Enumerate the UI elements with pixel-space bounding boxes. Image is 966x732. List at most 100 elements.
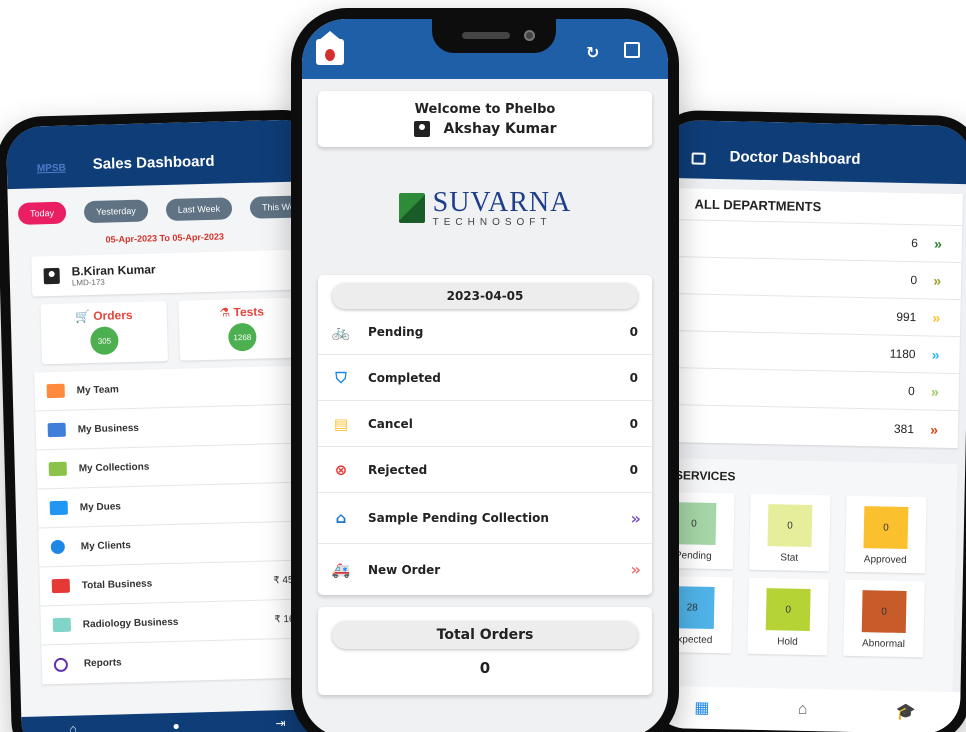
- date-chip[interactable]: 2023-04-05: [332, 283, 638, 309]
- profile-icon[interactable]: ●: [172, 719, 180, 732]
- department-row[interactable]: 0»: [656, 367, 960, 412]
- double-chevron-icon: »: [931, 346, 940, 363]
- doctor-header: Doctor Dashboard: [661, 119, 966, 185]
- services-grid: 0 Pending 0 Stat 0 Approved 28 Expected 0 Hol…: [651, 491, 956, 658]
- menu-label: Reports: [83, 657, 122, 670]
- sales-title: Sales Dashboard: [92, 152, 215, 173]
- tile-value: 0: [861, 590, 907, 634]
- department-row[interactable]: rmal381»: [656, 405, 959, 448]
- lab-home-icon[interactable]: [316, 31, 344, 65]
- dashboard-icon[interactable]: ▦: [694, 698, 710, 718]
- blood-drop-icon: [325, 49, 335, 61]
- service-tile-hold[interactable]: 0 Hold: [747, 577, 829, 656]
- phelbo-phone: ↻ Welcome to Phelbo Akshay Kumar SUVARNA…: [291, 8, 679, 732]
- service-tile-abnormal[interactable]: 0 Abnormal: [843, 579, 925, 658]
- status-row-cancel[interactable]: ▤ Cancel 0: [318, 401, 652, 447]
- phelbo-header: ↻: [302, 19, 668, 79]
- tile-value: 0: [863, 506, 909, 550]
- tests-count: 1268: [228, 322, 257, 352]
- menu-label: Radiology Business: [82, 616, 179, 630]
- home-icon[interactable]: ⌂: [69, 722, 77, 732]
- status-value: 0: [629, 324, 638, 339]
- service-tile-stat[interactable]: 0 Stat: [748, 493, 831, 572]
- menu-label: Total Business: [81, 578, 153, 591]
- orders-count: 305: [90, 326, 119, 356]
- phelbo-user-name: Akshay Kumar: [443, 120, 557, 137]
- sales-brand-link[interactable]: MPSB: [37, 162, 93, 175]
- person-icon: [50, 539, 65, 555]
- tile-label: Pending: [674, 550, 712, 562]
- shield-check-icon: ⛉: [335, 368, 347, 387]
- logout-icon[interactable]: ⇥: [275, 716, 285, 730]
- orders-card[interactable]: 🛒 Orders 305: [40, 301, 168, 365]
- home-icon[interactable]: ⌂: [798, 701, 808, 719]
- cart-icon: 🛒: [74, 309, 91, 324]
- department-row[interactable]: cted1180»: [657, 330, 960, 375]
- camera-icon: [524, 30, 535, 41]
- link-label: New Order: [368, 562, 441, 577]
- briefcase-icon: [51, 578, 71, 594]
- welcome-text: Welcome to Phelbo: [414, 101, 556, 117]
- date-range: 05-Apr-2023 To 05-Apr-2023: [105, 231, 225, 245]
- bicycle-icon: 🚲: [331, 322, 351, 341]
- pill-last-week[interactable]: Last Week: [165, 197, 233, 222]
- status-label: Completed: [368, 370, 441, 385]
- department-row[interactable]: oved991»: [657, 293, 961, 338]
- calendar-icon[interactable]: [624, 42, 640, 58]
- dues-icon: [49, 500, 68, 516]
- menu-label: My Business: [77, 422, 140, 435]
- home-outline-icon: ⌂: [335, 509, 347, 527]
- status-label: Rejected: [368, 462, 428, 477]
- total-orders-label: Total Orders: [332, 621, 638, 649]
- status-row-completed[interactable]: ⛉ Completed 0: [318, 355, 652, 401]
- sales-user-name: B.Kiran Kumar: [71, 261, 156, 279]
- services-panel: ED SERVICES 0 Pending 0 Stat 0 Approved 28 E…: [650, 457, 958, 695]
- status-label: Cancel: [368, 416, 413, 431]
- link-label: Sample Pending Collection: [368, 511, 549, 525]
- logo-mark-icon: [398, 193, 425, 223]
- row-value: 381: [893, 421, 915, 436]
- speaker-icon: [462, 32, 510, 39]
- sales-bottom-nav: ⌂ ● ⇥: [21, 708, 335, 732]
- sample-pending-collection-link[interactable]: ⌂ Sample Pending Collection »: [318, 493, 652, 544]
- new-order-link[interactable]: 🚑 New Order »: [318, 544, 652, 595]
- tile-value: 0: [767, 504, 813, 548]
- service-tile-approved[interactable]: 0 Approved: [844, 495, 927, 574]
- double-chevron-icon: »: [930, 383, 939, 400]
- double-chevron-icon: »: [932, 309, 941, 326]
- row-value: 991: [896, 309, 917, 325]
- pill-today[interactable]: Today: [17, 201, 67, 225]
- double-chevron-icon: »: [630, 560, 641, 579]
- row-value: 0: [910, 273, 918, 288]
- total-orders-value: 0: [479, 659, 491, 677]
- alert-circle-icon: [53, 657, 69, 672]
- row-value: 1180: [889, 346, 916, 362]
- menu-label: My Clients: [80, 539, 131, 552]
- ambulance-icon: 🚑: [331, 560, 351, 579]
- flask-icon: ⚗: [219, 305, 231, 320]
- tile-label: Approved: [863, 554, 907, 567]
- department-row[interactable]: 0»: [658, 256, 962, 301]
- status-row-pending[interactable]: 🚲 Pending 0: [318, 309, 652, 355]
- doctor-phone: Doctor Dashboard ALL DEPARTMENTS ing6» 0…: [639, 109, 966, 732]
- doctor-bottom-nav: ▦ ⌂ 🎓: [649, 685, 961, 732]
- user-badge-icon: [43, 267, 60, 285]
- status-value: 0: [629, 370, 638, 385]
- tile-value: 0: [765, 588, 811, 632]
- menu-reports[interactable]: Reports ❯: [41, 638, 334, 685]
- document-icon: [52, 617, 72, 633]
- department-row[interactable]: ing6»: [659, 219, 963, 264]
- double-chevron-icon: »: [933, 272, 942, 289]
- tests-card[interactable]: ⚗ Tests 1268: [178, 297, 306, 361]
- phone-notch: [432, 19, 556, 53]
- doctor-title: Doctor Dashboard: [729, 148, 861, 168]
- tile-label: Stat: [780, 552, 799, 564]
- double-chevron-icon: »: [933, 235, 943, 252]
- calendar-icon[interactable]: [691, 152, 706, 165]
- pill-yesterday[interactable]: Yesterday: [83, 199, 149, 224]
- tests-label: Tests: [233, 304, 265, 320]
- cash-icon: [48, 461, 67, 477]
- graduation-cap-icon[interactable]: 🎓: [896, 702, 916, 722]
- refresh-icon[interactable]: ↻: [586, 43, 599, 63]
- status-row-rejected[interactable]: ⊗ Rejected 0: [318, 447, 652, 493]
